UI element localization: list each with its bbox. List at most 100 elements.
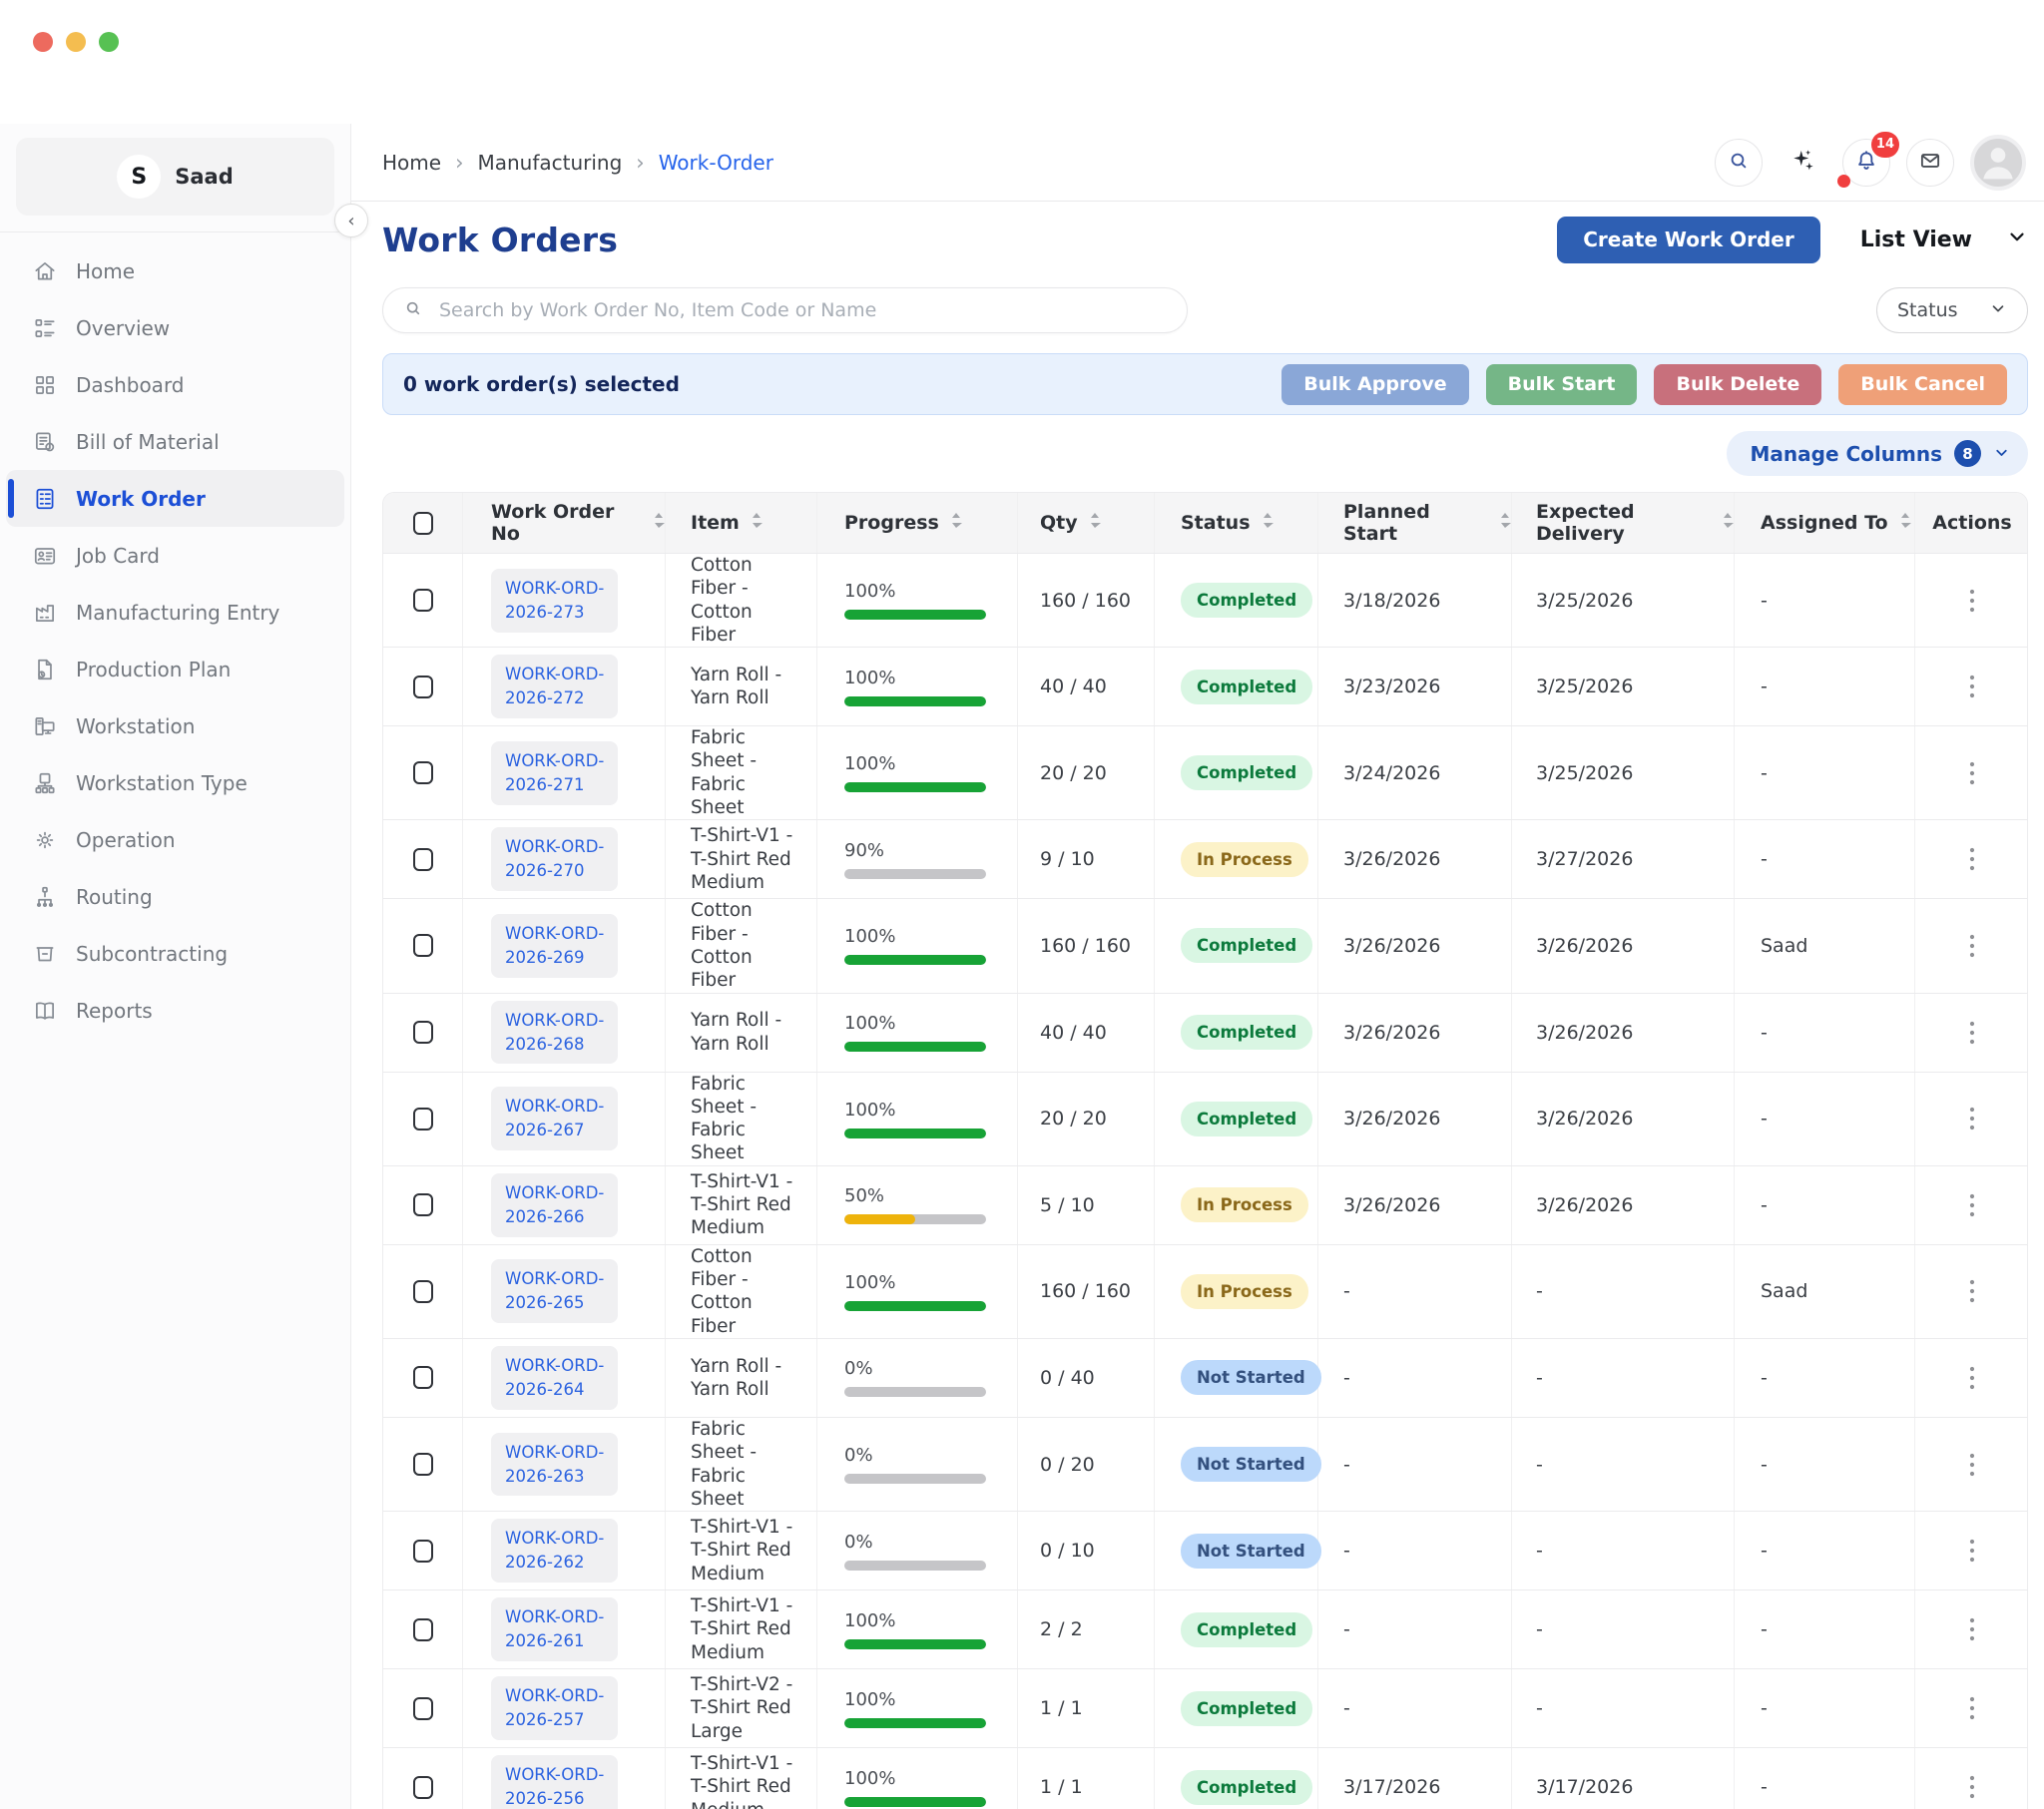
row-actions-menu[interactable] <box>1955 1609 1989 1649</box>
work-order-link[interactable]: WORK-ORD- 2026-262 <box>491 1519 618 1583</box>
row-actions-menu[interactable] <box>1955 1185 1989 1225</box>
row-actions-menu[interactable] <box>1955 1013 1989 1053</box>
sort-icon[interactable] <box>1262 511 1274 535</box>
breadcrumb-manufacturing[interactable]: Manufacturing <box>477 151 622 175</box>
row-checkbox[interactable] <box>413 1697 433 1720</box>
bulk-approve-button[interactable]: Bulk Approve <box>1281 364 1468 405</box>
row-actions-menu[interactable] <box>1955 1358 1989 1398</box>
sidebar-item-bill-of-material[interactable]: Bill of Material <box>6 413 344 470</box>
row-checkbox[interactable] <box>413 1193 433 1216</box>
th-progress[interactable]: Progress <box>817 493 1018 553</box>
th-assigned-to[interactable]: Assigned To <box>1735 493 1915 553</box>
row-checkbox[interactable] <box>413 761 433 784</box>
row-checkbox[interactable] <box>413 1618 433 1641</box>
bulk-delete-button[interactable]: Bulk Delete <box>1654 364 1821 405</box>
sidebar-item-reports[interactable]: Reports <box>6 982 344 1039</box>
sidebar-item-production-plan[interactable]: Production Plan <box>6 641 344 697</box>
row-checkbox[interactable] <box>413 1021 433 1044</box>
row-actions-menu[interactable] <box>1955 1767 1989 1807</box>
row-actions-menu[interactable] <box>1955 1099 1989 1138</box>
th-item[interactable]: Item <box>666 493 817 553</box>
row-checkbox[interactable] <box>413 676 433 698</box>
row-actions-menu[interactable] <box>1955 1445 1989 1485</box>
window-minimize-button[interactable] <box>66 32 86 52</box>
row-checkbox[interactable] <box>413 934 433 957</box>
row-checkbox[interactable] <box>413 1280 433 1303</box>
work-order-link[interactable]: WORK-ORD- 2026-270 <box>491 827 618 891</box>
notifications-button[interactable]: 14 <box>1842 139 1890 187</box>
sort-icon[interactable] <box>1899 511 1911 535</box>
sort-icon[interactable] <box>751 511 763 535</box>
work-order-link[interactable]: WORK-ORD- 2026-272 <box>491 655 618 718</box>
status-filter-dropdown[interactable]: Status <box>1876 287 2028 333</box>
row-actions-menu[interactable] <box>1955 753 1989 793</box>
assigned-to-value: - <box>1761 1022 1768 1044</box>
work-order-link[interactable]: WORK-ORD- 2026-268 <box>491 1001 618 1065</box>
sort-icon[interactable] <box>1089 511 1101 535</box>
sidebar-item-workstation[interactable]: Workstation <box>6 697 344 754</box>
work-order-link[interactable]: WORK-ORD- 2026-263 <box>491 1433 618 1497</box>
row-actions-menu[interactable] <box>1955 581 1989 621</box>
row-checkbox[interactable] <box>413 1453 433 1476</box>
bulk-cancel-button[interactable]: Bulk Cancel <box>1838 364 2007 405</box>
breadcrumb-home[interactable]: Home <box>382 151 441 175</box>
row-checkbox[interactable] <box>413 589 433 612</box>
th-qty[interactable]: Qty <box>1018 493 1155 553</box>
create-work-order-button[interactable]: Create Work Order <box>1557 217 1820 263</box>
work-order-link[interactable]: WORK-ORD- 2026-264 <box>491 1346 618 1410</box>
sidebar-item-dashboard[interactable]: Dashboard <box>6 356 344 413</box>
planned-start-value: 3/17/2026 <box>1343 1776 1440 1798</box>
sidebar-item-workstation-type[interactable]: Workstation Type <box>6 754 344 811</box>
view-selector[interactable]: List View <box>1860 226 2028 253</box>
sort-icon[interactable] <box>950 511 962 535</box>
th-planned-start[interactable]: Planned Start <box>1318 493 1512 553</box>
ai-assistant-button[interactable] <box>1779 139 1826 187</box>
sidebar-item-overview[interactable]: Overview <box>6 299 344 356</box>
window-close-button[interactable] <box>33 32 53 52</box>
row-actions-menu[interactable] <box>1955 1271 1989 1311</box>
row-checkbox[interactable] <box>413 1108 433 1131</box>
work-order-link[interactable]: WORK-ORD- 2026-266 <box>491 1173 618 1237</box>
select-all-checkbox[interactable] <box>413 512 433 535</box>
row-actions-menu[interactable] <box>1955 1688 1989 1728</box>
profile-avatar[interactable] <box>1970 135 2026 191</box>
user-profile-chip[interactable]: S Saad <box>16 138 334 216</box>
row-checkbox[interactable] <box>413 1366 433 1389</box>
sort-icon[interactable] <box>1722 511 1734 535</box>
row-checkbox[interactable] <box>413 1776 433 1799</box>
row-checkbox[interactable] <box>413 848 433 871</box>
sidebar-item-manufacturing-entry[interactable]: Manufacturing Entry <box>6 584 344 641</box>
work-order-link[interactable]: WORK-ORD- 2026-267 <box>491 1087 618 1150</box>
global-search-button[interactable] <box>1715 139 1763 187</box>
sort-icon[interactable] <box>1499 511 1511 535</box>
messages-button[interactable] <box>1906 139 1954 187</box>
work-order-link[interactable]: WORK-ORD- 2026-257 <box>491 1676 618 1740</box>
breadcrumb-work-order[interactable]: Work-Order <box>659 151 773 175</box>
row-checkbox[interactable] <box>413 1540 433 1563</box>
work-order-link[interactable]: WORK-ORD- 2026-273 <box>491 569 618 633</box>
sidebar-item-job-card[interactable]: Job Card <box>6 527 344 584</box>
work-order-link[interactable]: WORK-ORD- 2026-265 <box>491 1259 618 1323</box>
work-order-link[interactable]: WORK-ORD- 2026-271 <box>491 741 618 805</box>
th-work-order-no[interactable]: Work Order No <box>463 493 666 553</box>
sidebar-item-routing[interactable]: Routing <box>6 868 344 925</box>
sidebar-collapse-button[interactable]: ‹ <box>334 204 368 237</box>
sidebar-item-operation[interactable]: Operation <box>6 811 344 868</box>
th-status[interactable]: Status <box>1155 493 1318 553</box>
sidebar-item-work-order[interactable]: Work Order <box>6 470 344 527</box>
sort-icon[interactable] <box>653 511 665 535</box>
row-actions-menu[interactable] <box>1955 667 1989 706</box>
search-input[interactable] <box>439 299 1167 321</box>
row-actions-menu[interactable] <box>1955 839 1989 879</box>
bulk-start-button[interactable]: Bulk Start <box>1486 364 1638 405</box>
work-order-link[interactable]: WORK-ORD- 2026-269 <box>491 914 618 978</box>
window-maximize-button[interactable] <box>99 32 119 52</box>
th-expected-delivery[interactable]: Expected Delivery <box>1512 493 1735 553</box>
sidebar-item-home[interactable]: Home <box>6 242 344 299</box>
manage-columns-button[interactable]: Manage Columns 8 <box>1727 431 2028 476</box>
sidebar-item-subcontracting[interactable]: Subcontracting <box>6 925 344 982</box>
row-actions-menu[interactable] <box>1955 926 1989 966</box>
work-order-link[interactable]: WORK-ORD- 2026-261 <box>491 1597 618 1661</box>
row-actions-menu[interactable] <box>1955 1531 1989 1571</box>
work-order-link[interactable]: WORK-ORD- 2026-256 <box>491 1755 618 1809</box>
